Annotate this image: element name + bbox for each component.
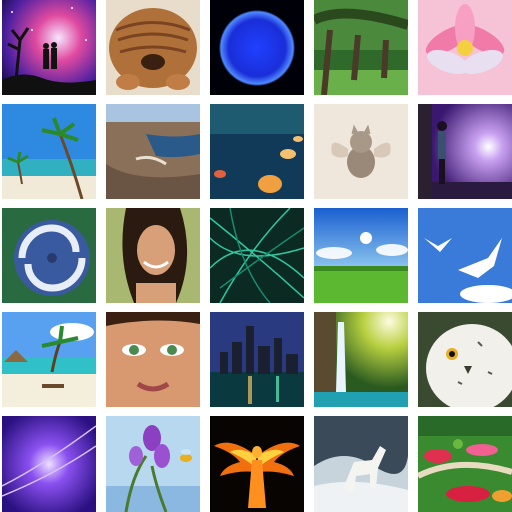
white-horse-image: [314, 416, 408, 512]
lotus-image: [418, 0, 512, 95]
wallpaper-tile-white-horse[interactable]: [314, 416, 408, 512]
tropical-beach-image: [2, 104, 96, 199]
wallpaper-grid: [0, 0, 512, 512]
wallpaper-tile-dam-canyon[interactable]: [106, 104, 200, 199]
snowy-owl-image: [418, 312, 512, 407]
wallpaper-tile-moonlit-sky[interactable]: [418, 104, 512, 199]
wallpaper-tile-woman-eyes[interactable]: [106, 312, 200, 407]
white-doves-image: [418, 208, 512, 303]
blue-sun-image: [210, 0, 304, 95]
green-field-image: [314, 208, 408, 303]
waterfall-image: [314, 312, 408, 407]
winged-kitten-image: [314, 104, 408, 199]
dam-canyon-image: [106, 104, 200, 199]
purple-light-image: [2, 416, 96, 512]
city-skyline-image: [210, 312, 304, 407]
wallpaper-tile-waterfall[interactable]: [314, 312, 408, 407]
green-fibers-image: [210, 208, 304, 303]
wallpaper-tile-city-skyline[interactable]: [210, 312, 304, 407]
wallpaper-tile-oak-avenue[interactable]: [314, 0, 408, 95]
oak-avenue-image: [314, 0, 408, 95]
glass-igloos-image: [210, 104, 304, 199]
wallpaper-tile-smiling-woman[interactable]: [106, 208, 200, 303]
wallpaper-tile-purple-light[interactable]: [2, 416, 96, 512]
beach-hut-image: [2, 312, 96, 407]
wallpaper-tile-green-fibers[interactable]: [210, 208, 304, 303]
woman-eyes-image: [106, 312, 200, 407]
wallpaper-tile-glass-igloos[interactable]: [210, 104, 304, 199]
wallpaper-tile-couple-galaxy[interactable]: [2, 0, 96, 95]
wallpaper-tile-flower-garden[interactable]: [418, 416, 512, 512]
wallpaper-tile-blue-sun[interactable]: [210, 0, 304, 95]
wallpaper-tile-winged-kitten[interactable]: [314, 104, 408, 199]
couple-galaxy-image: [2, 0, 96, 95]
wallpaper-tile-green-field[interactable]: [314, 208, 408, 303]
wallpaper-tile-beach-hut[interactable]: [2, 312, 96, 407]
smiling-woman-image: [106, 208, 200, 303]
flower-garden-image: [418, 416, 512, 512]
wallpaper-tile-snowy-owl[interactable]: [418, 312, 512, 407]
wallpaper-tile-fire-phoenix[interactable]: [210, 416, 304, 512]
fire-phoenix-image: [210, 416, 304, 512]
orchid-bee-image: [106, 416, 200, 512]
wallpaper-tile-lotus[interactable]: [418, 0, 512, 95]
wallpaper-tile-shar-pei[interactable]: [106, 0, 200, 95]
wallpaper-tile-orchid-bee[interactable]: [106, 416, 200, 512]
shar-pei-image: [106, 0, 200, 95]
moonlit-sky-image: [418, 104, 512, 199]
wallpaper-tile-hurricane[interactable]: [2, 208, 96, 303]
wallpaper-tile-white-doves[interactable]: [418, 208, 512, 303]
hurricane-image: [2, 208, 96, 303]
wallpaper-tile-tropical-beach[interactable]: [2, 104, 96, 199]
